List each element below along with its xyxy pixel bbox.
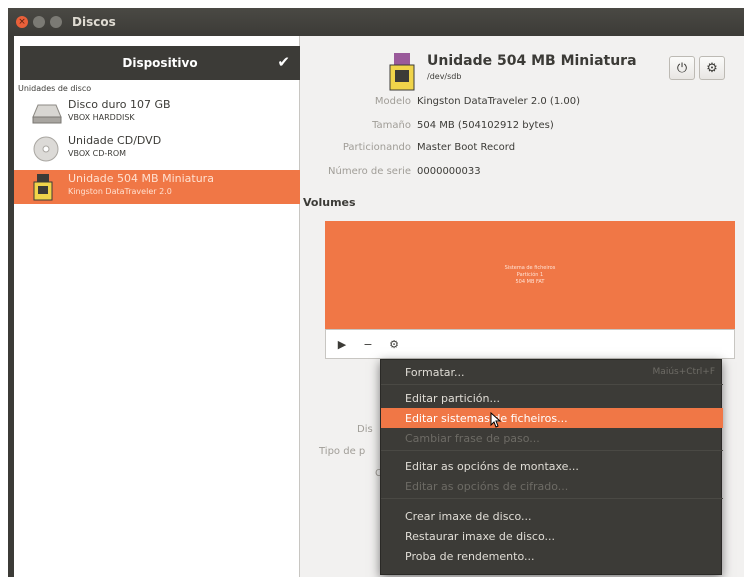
drive-model: Kingston DataTraveler 2.0 [68, 187, 172, 196]
volumes-heading: Volumes [303, 196, 356, 209]
window-title: Discos [72, 15, 116, 29]
menu-item-create-disk-image[interactable]: Crear imaxe de disco... [381, 506, 723, 526]
title-bar: × Discos [8, 8, 744, 36]
menu-item-edit-encryption-options: Editar as opcións de cifrado... [405, 479, 569, 493]
sidebar-section-label: Unidades de disco [18, 84, 92, 93]
device-title: Unidade 504 MB Miniatura [427, 53, 637, 69]
tools-icon[interactable]: ⚙ [384, 338, 404, 351]
sidebar-item-cd-dvd[interactable]: Unidade CD/DVD VBOX CD-ROM [14, 132, 300, 166]
sidebar-header-label: Dispositivo [122, 56, 198, 70]
size-label: Tamaño [372, 120, 411, 131]
device-path: /dev/sdb [427, 72, 462, 81]
drive-name: Unidade CD/DVD [68, 134, 162, 147]
drive-settings-button[interactable]: ⚙ [699, 56, 725, 80]
usb-drive-icon [389, 53, 415, 91]
menu-item-change-passphrase: Cambiar frase de paso... [405, 431, 540, 445]
check-icon[interactable]: ✔ [277, 53, 290, 71]
partition-text: Sistema de ficheiros [504, 264, 556, 271]
menu-item-restore-disk-image[interactable]: Restaurar imaxe de disco... [381, 526, 723, 546]
partitioning-value: Master Boot Record [417, 142, 516, 153]
menu-item-format[interactable]: Formatar... Maiús+Ctrl+F [381, 362, 723, 382]
menu-item-benchmark[interactable]: Proba de rendemento... [381, 546, 723, 566]
device-label-partial: Dis [357, 424, 373, 435]
drive-name: Unidade 504 MB Miniatura [68, 172, 214, 185]
partition-text: Partición 1 [516, 271, 544, 278]
partitioning-label: Particionando [342, 142, 411, 153]
drive-model: VBOX CD-ROM [68, 149, 127, 158]
power-off-button[interactable]: ⏻ [669, 56, 695, 80]
menu-separator [381, 450, 723, 451]
sidebar-header: Dispositivo ✔ [20, 46, 300, 80]
device-sidebar: Dispositivo ✔ Unidades de disco Disco du… [14, 36, 300, 577]
type-label-partial: Tipo de p [319, 446, 366, 457]
mouse-pointer-icon [490, 412, 502, 428]
partition-block[interactable]: Sistema de ficheiros Partición 1 504 MB … [325, 221, 735, 329]
cd-rom-icon [33, 136, 59, 162]
model-value: Kingston DataTraveler 2.0 (1.00) [417, 96, 580, 107]
power-icon: ⏻ [676, 60, 688, 76]
minus-icon[interactable]: − [358, 338, 378, 351]
menu-item-edit-filesystem[interactable]: Editar sistemas de ficheiros... [381, 408, 723, 428]
minimize-window-button[interactable] [33, 16, 45, 28]
menu-separator [381, 498, 723, 499]
partition-context-menu: Formatar... Maiús+Ctrl+F Editar partició… [380, 359, 723, 575]
gear-icon: ⚙ [706, 60, 718, 76]
sidebar-item-usb-drive[interactable]: Unidade 504 MB Miniatura Kingston DataTr… [14, 170, 300, 204]
partition-text: 504 MB FAT [515, 278, 545, 285]
menu-item-edit-partition[interactable]: Editar partición... [381, 388, 723, 408]
model-label: Modelo [374, 96, 411, 107]
close-window-button[interactable]: × [16, 16, 28, 28]
play-icon[interactable]: ▶ [332, 338, 352, 351]
drive-model: VBOX HARDDISK [68, 113, 135, 122]
shortcut-label: Maiús+Ctrl+F [652, 367, 715, 377]
hard-disk-icon [32, 104, 62, 124]
maximize-window-button[interactable] [50, 16, 62, 28]
usb-drive-icon [33, 174, 53, 201]
size-value: 504 MB (504102912 bytes) [417, 120, 554, 131]
serial-value: 0000000033 [417, 166, 481, 177]
drive-name: Disco duro 107 GB [68, 98, 171, 111]
menu-separator [381, 384, 723, 385]
volume-toolbar: ▶ − ⚙ [325, 329, 735, 359]
sidebar-item-hard-disk[interactable]: Disco duro 107 GB VBOX HARDDISK [14, 96, 300, 130]
menu-item-edit-mount-options[interactable]: Editar as opcións de montaxe... [381, 456, 723, 476]
serial-label: Número de serie [328, 166, 411, 177]
